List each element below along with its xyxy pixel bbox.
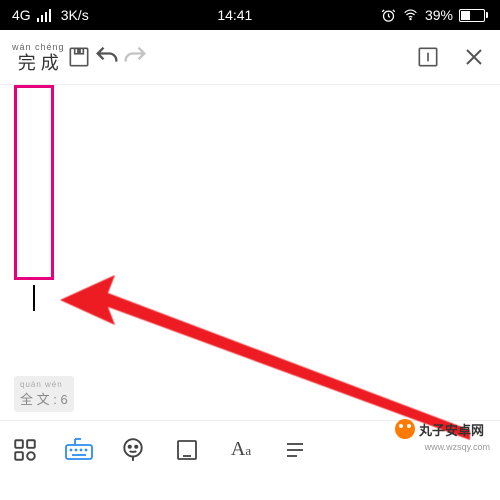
- signal-icon: [37, 8, 55, 22]
- info-button[interactable]: [414, 43, 442, 71]
- editor-canvas[interactable]: quán wén 全 文 : 6: [0, 85, 500, 420]
- save-button[interactable]: [65, 43, 93, 71]
- alarm-icon: [381, 8, 396, 23]
- watermark-text: 丸子安卓网: [419, 420, 484, 439]
- done-pinyin: wán chéng: [12, 43, 65, 52]
- watermark: 丸子安卓网: [395, 418, 494, 440]
- clock: 14:41: [217, 7, 252, 23]
- redo-button[interactable]: [121, 43, 149, 71]
- save-icon: [66, 44, 92, 70]
- info-icon: [415, 44, 441, 70]
- word-count-pinyin: quán wén: [20, 380, 68, 389]
- text-cursor: [33, 285, 35, 311]
- undo-icon: [93, 43, 121, 71]
- redo-icon: [121, 43, 149, 71]
- toolbar: wán chéng 完 成: [0, 30, 500, 85]
- undo-button[interactable]: [93, 43, 121, 71]
- done-button[interactable]: wán chéng 完 成: [12, 43, 65, 72]
- close-icon: [462, 45, 486, 69]
- done-label: 完 成: [18, 53, 59, 73]
- watermark-logo-icon: [395, 419, 415, 439]
- battery-pct: 39%: [425, 7, 453, 23]
- wifi-icon: [402, 8, 419, 22]
- word-count-badge[interactable]: quán wén 全 文 : 6: [14, 376, 74, 412]
- grid-icon: [12, 437, 38, 463]
- status-bar: 4G 3K/s 14:41 39%: [0, 0, 500, 30]
- highlight-annotation: [14, 85, 54, 280]
- grid-button[interactable]: [10, 435, 40, 465]
- battery-icon: [459, 9, 488, 22]
- watermark-url: www.wzsqy.com: [425, 442, 490, 452]
- word-count-label: 全 文 : 6: [20, 392, 68, 407]
- close-button[interactable]: [460, 43, 488, 71]
- speed-label: 3K/s: [61, 7, 89, 23]
- network-label: 4G: [12, 7, 31, 23]
